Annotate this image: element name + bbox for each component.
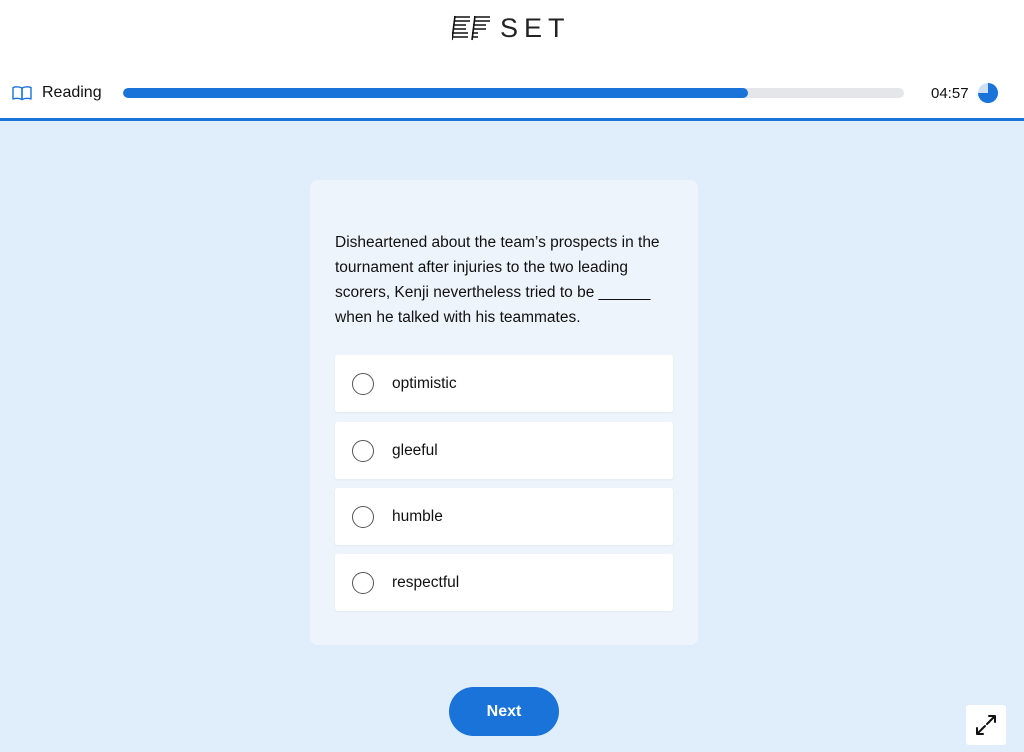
book-icon [12, 86, 32, 101]
section-indicator: Reading [12, 82, 102, 104]
progress-fill [123, 88, 748, 98]
fullscreen-button[interactable] [966, 705, 1006, 745]
next-button[interactable]: Next [449, 687, 559, 736]
radio-button[interactable] [352, 571, 374, 594]
question-text: Disheartened about the team’s prospects … [335, 234, 660, 326]
option-label: optimistic [392, 374, 457, 392]
ef-logo-mark [452, 15, 490, 41]
top-bar: SET Reading 04:57 [0, 0, 1024, 121]
radio-button[interactable] [352, 439, 374, 462]
answer-option-3[interactable]: humble [335, 488, 673, 545]
answer-option-2[interactable]: gleeful [335, 422, 673, 479]
timer-text: 04:57 [931, 84, 969, 102]
timer: 04:57 [931, 82, 999, 104]
radio-button[interactable] [352, 505, 374, 528]
pie-timer-icon [977, 83, 998, 103]
logo-text: SET [500, 12, 571, 43]
radio-button[interactable] [352, 372, 374, 395]
expand-icon [976, 715, 996, 735]
option-label: gleeful [392, 441, 438, 459]
ef-set-logo: SET [452, 12, 571, 43]
question-card: Disheartened about the team’s prospects … [310, 180, 698, 645]
option-label: respectful [392, 573, 460, 591]
answer-option-1[interactable]: optimistic [335, 355, 673, 412]
progress-bar [123, 88, 904, 98]
answer-option-4[interactable]: respectful [335, 554, 673, 611]
section-label: Reading [42, 84, 102, 101]
option-label: humble [392, 507, 443, 525]
